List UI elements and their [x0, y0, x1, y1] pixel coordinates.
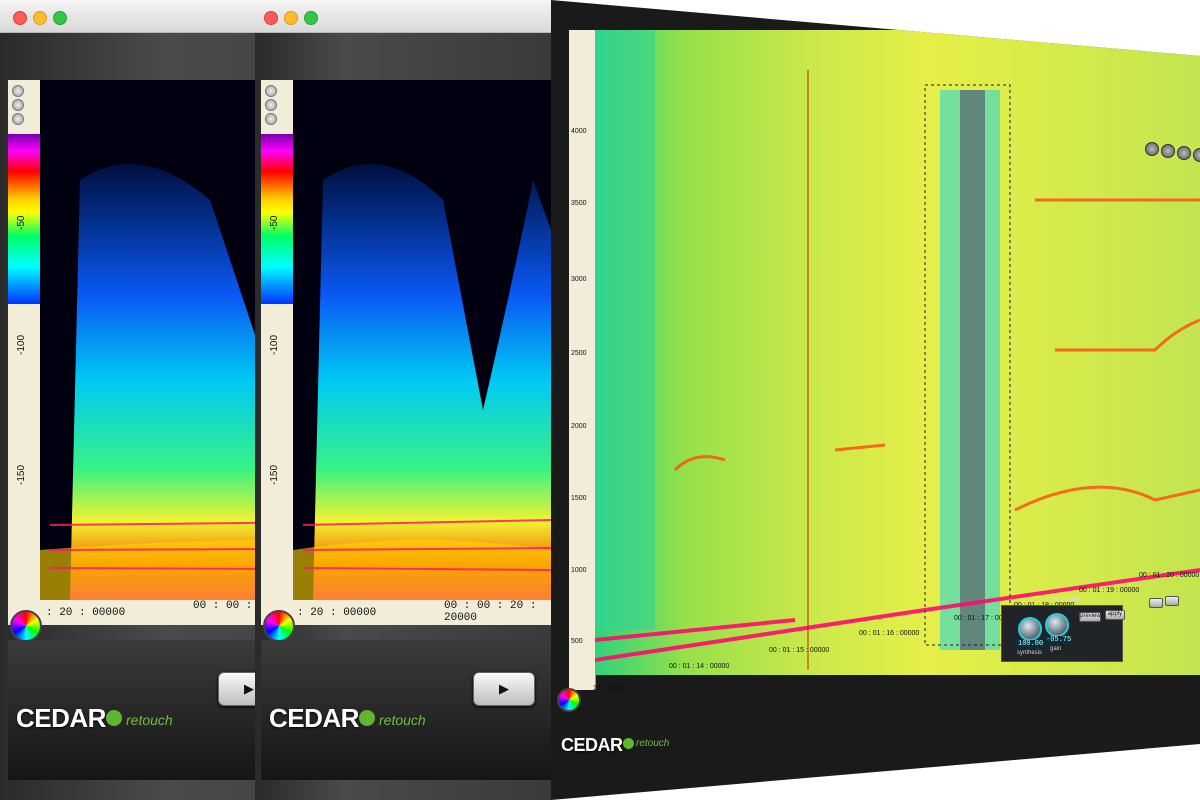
synthesis-knob[interactable] [1018, 617, 1042, 641]
timecode-end: 00 : 00 : 20 : 20000 [444, 600, 537, 624]
close-window-button[interactable] [13, 11, 27, 25]
freq-label: 3000 [571, 276, 587, 283]
color-wheel-icon[interactable] [263, 610, 295, 642]
apply-button[interactable]: apply [1105, 610, 1125, 620]
freq-label: 2500 [571, 350, 587, 357]
minimize-window-button[interactable] [33, 11, 47, 25]
cedar-leaf-icon [623, 738, 634, 749]
view-button[interactable] [1149, 598, 1163, 608]
scale-label: -100 [269, 334, 280, 355]
freq-label: 4000 [571, 128, 587, 135]
freq-label: 1000 [571, 567, 587, 574]
scale-label: -150 [16, 464, 27, 485]
timeline-ruler[interactable]: : 20 : 00000 00 : 00 : 20 : 20000 [261, 600, 551, 625]
timecode-label: 00 : 01 : 19 : 00000 [1079, 587, 1140, 594]
retouch-window-2: -50 -100 -150: 20: 00000 00: 00: 20 … [255, 0, 551, 800]
timecode-start: : 20 : 00000 [46, 607, 126, 619]
scale-label: -150 [269, 464, 280, 485]
cedar-logo: CEDAR [269, 703, 359, 733]
select-tool-icon[interactable] [1161, 144, 1175, 158]
scale-label: -100 [16, 334, 27, 355]
spectrogram-image [293, 164, 551, 600]
timecode-label: 00 : 01 : 14 : 00000 [669, 663, 730, 670]
freq-label: 2000 [571, 423, 587, 430]
panel-knob-icon[interactable] [12, 85, 24, 97]
gain-label: gain [1050, 646, 1062, 652]
freq-label: 1500 [571, 495, 587, 502]
timecode-label: 13 : 00000 [593, 685, 627, 692]
zoom-window-button[interactable] [304, 11, 318, 25]
timecode-label: 00 : 01 : 16 : 00000 [859, 630, 920, 637]
level-scale-panel: -50 -100 -150 [8, 80, 41, 600]
panel-knob-icon[interactable] [12, 99, 24, 111]
synthesis-label: synthesis [1017, 650, 1043, 656]
preview-button[interactable]: preview [1079, 612, 1101, 622]
product-name: retouch [379, 712, 426, 728]
scale-label: -50 [269, 215, 280, 230]
gain-value: -05.75 [1044, 636, 1074, 644]
retouch-main-window: 4000 3500 3000 2500 2000 1500 1000 500 1… [551, 0, 1200, 800]
level-scale-panel: -50 -100 -150 [261, 80, 294, 600]
cedar-leaf-icon [106, 710, 122, 726]
panel-knob-icon[interactable] [265, 99, 277, 111]
play-button[interactable]: ▶ [473, 672, 535, 706]
lasso-tool-icon[interactable] [1177, 146, 1191, 160]
minimize-window-button[interactable] [284, 11, 298, 25]
gain-knob[interactable] [1045, 613, 1069, 637]
synthesis-value: 100.00 [1016, 640, 1046, 648]
cedar-leaf-icon [359, 710, 375, 726]
color-wheel-icon[interactable] [10, 610, 42, 642]
window-titlebar [255, 0, 551, 33]
zoom-window-button[interactable] [53, 11, 67, 25]
timecode-label: 00 : 01 : 15 : 00000 [769, 647, 830, 654]
zoom-tool-icon[interactable] [1145, 142, 1159, 156]
panel-knob-icon[interactable] [265, 85, 277, 97]
cedar-logo: CEDAR [16, 703, 106, 733]
cedar-logo: CEDAR [561, 735, 623, 755]
timecode-label: 00 : 01 : 20 : 00000 [1139, 572, 1200, 579]
spectrogram-display[interactable] [293, 80, 551, 600]
close-window-button[interactable] [264, 11, 278, 25]
crosshair-tool-icon[interactable] [1193, 148, 1200, 162]
panel-knob-icon[interactable] [12, 113, 24, 125]
view-button[interactable] [1165, 596, 1179, 606]
scale-label: -50 [16, 215, 27, 230]
interpolate-label: interpolate [1047, 596, 1080, 603]
product-name: retouch [126, 712, 173, 728]
panel-knob-icon[interactable] [265, 113, 277, 125]
timecode-start: : 20 : 00000 [297, 607, 377, 619]
color-wheel-icon[interactable] [557, 688, 581, 712]
product-name: retouch [636, 738, 670, 749]
freq-label: 3500 [571, 200, 587, 207]
